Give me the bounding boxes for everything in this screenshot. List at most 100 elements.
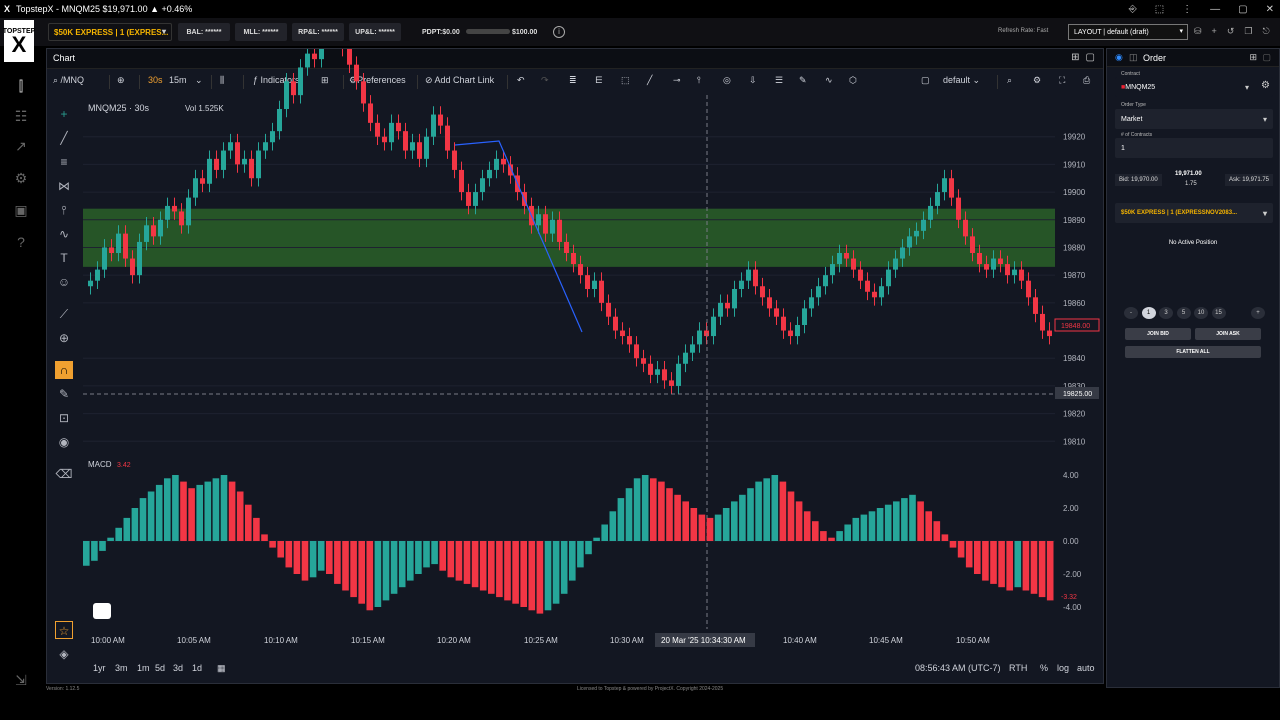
- macd-histogram-bar: [479, 541, 487, 591]
- macd-histogram-bar: [431, 541, 438, 565]
- auto-toggle[interactable]: auto: [1077, 663, 1095, 673]
- copy-icon[interactable]: ❐: [1244, 26, 1252, 37]
- macd-histogram-bar: [731, 501, 738, 541]
- contracts-input[interactable]: 1: [1115, 138, 1273, 158]
- trend-icon[interactable]: ↗: [11, 136, 31, 156]
- candle-body: [172, 205, 177, 212]
- window-icon: ◫: [1129, 52, 1138, 62]
- order-type-select[interactable]: Market ▾: [1115, 109, 1273, 129]
- candle-body: [774, 308, 779, 317]
- macd-histogram-bar: [536, 541, 544, 614]
- help-icon[interactable]: ?: [11, 232, 31, 252]
- candle-body: [956, 197, 961, 220]
- candle-body: [914, 230, 919, 237]
- window-icon[interactable]: ▢: [1262, 52, 1271, 63]
- macd-histogram-bar: [1046, 541, 1054, 601]
- keys-icon[interactable]: ⎆: [1129, 4, 1137, 15]
- candle-body: [669, 380, 674, 386]
- gear-icon[interactable]: ⚙: [1261, 80, 1270, 91]
- quantity-button[interactable]: 10: [1194, 307, 1208, 319]
- save-icon[interactable]: ⛁: [1194, 26, 1202, 37]
- account-stat[interactable]: BAL: ******: [178, 23, 230, 41]
- window-titlebar: X TopstepX - MNQM25 $19,971.00 ▲ +0.46% …: [0, 0, 1280, 18]
- chart-candles-icon[interactable]: ⫿: [11, 76, 31, 96]
- candle-body: [186, 197, 191, 226]
- log-toggle[interactable]: log: [1057, 663, 1069, 673]
- order-account-value: $50K EXPRESS | 1 (EXPRESSNOV2083...: [1121, 210, 1238, 216]
- join-ask-button[interactable]: JOIN ASK: [1195, 328, 1261, 340]
- users-icon[interactable]: ☷: [11, 106, 31, 126]
- quantity-button[interactable]: 15: [1211, 307, 1226, 319]
- info-icon[interactable]: i: [553, 26, 565, 38]
- range-3d[interactable]: 3d: [173, 663, 183, 673]
- more-icon[interactable]: ⋮: [1182, 4, 1192, 15]
- refresh-rate: Refresh Rate: Fast: [998, 28, 1049, 34]
- macd-histogram-bar: [560, 541, 568, 594]
- macd-histogram-bar: [423, 541, 430, 568]
- macd-histogram-bar: [366, 541, 374, 611]
- macd-histogram-bar: [706, 517, 714, 541]
- quantity-button[interactable]: 3: [1159, 307, 1173, 319]
- candle-body: [396, 122, 401, 132]
- candle-body: [620, 330, 625, 337]
- macd-histogram-bar: [172, 475, 179, 541]
- candle-body: [550, 219, 555, 234]
- candle-body: [571, 253, 576, 265]
- reset-icon[interactable]: ↺: [1227, 26, 1235, 37]
- macd-histogram-bar: [131, 508, 139, 541]
- price-chart[interactable]: 19920 19910 19900 19890 19880 19870 19860 19840…: [47, 49, 1103, 683]
- flatten-all-button[interactable]: FLATTEN ALL: [1125, 346, 1261, 358]
- account-select[interactable]: $50K EXPRESS | 1 (EXPRES... ▾: [48, 23, 172, 41]
- macd-histogram-bar: [301, 541, 309, 581]
- candle-body: [228, 142, 233, 151]
- percent-toggle[interactable]: %: [1040, 663, 1048, 673]
- layout-select[interactable]: LAYOUT | default (draft) ▾: [1068, 24, 1188, 40]
- range-3m[interactable]: 3m: [115, 663, 128, 673]
- candle-body: [928, 205, 933, 220]
- order-account-select[interactable]: $50K EXPRESS | 1 (EXPRESSNOV2083... ▾: [1115, 203, 1273, 223]
- maximize-icon[interactable]: ▢: [1238, 4, 1247, 15]
- macd-histogram-bar: [771, 475, 779, 541]
- join-bid-button[interactable]: JOIN BID: [1125, 328, 1191, 340]
- tradingview-icon[interactable]: ▣: [11, 200, 31, 220]
- candle-body: [977, 253, 982, 265]
- range-1m[interactable]: 1m: [137, 663, 150, 673]
- extension-icon[interactable]: ⬚: [1155, 4, 1164, 15]
- candle-body: [921, 219, 926, 231]
- range-1d[interactable]: 1d: [192, 663, 202, 673]
- layout-actions: ⛁ + ↺ ❐ ⎋: [1194, 26, 1270, 37]
- account-stat[interactable]: UP&L: ******: [349, 23, 401, 41]
- candle-body: [137, 241, 142, 276]
- close-icon[interactable]: ✕: [1266, 4, 1274, 15]
- range-1yr[interactable]: 1yr: [93, 663, 106, 673]
- y-tick-label: 19860: [1063, 299, 1086, 308]
- range-5d[interactable]: 5d: [155, 663, 165, 673]
- quantity-button[interactable]: 5: [1176, 307, 1191, 319]
- account-stat[interactable]: MLL: ******: [235, 23, 287, 41]
- macd-histogram-bar: [714, 514, 722, 541]
- contract-select[interactable]: ■ MNQM25 ▾: [1115, 77, 1273, 97]
- macd-histogram-bar: [374, 541, 382, 607]
- candle-body: [781, 316, 786, 331]
- minimize-icon[interactable]: —: [1210, 4, 1220, 15]
- macd-histogram-bar: [180, 481, 187, 541]
- exit-icon[interactable]: ⎋: [1262, 26, 1269, 37]
- pdpt-progress-bar: [466, 29, 510, 34]
- quantity-button[interactable]: 1: [1141, 307, 1156, 319]
- candle-body: [1040, 313, 1045, 331]
- quantity-button[interactable]: -: [1124, 307, 1138, 319]
- gear-icon[interactable]: ⚙: [11, 168, 31, 188]
- candle-body: [886, 269, 891, 287]
- add-icon[interactable]: +: [1212, 26, 1217, 37]
- account-stat[interactable]: RP&L: ******: [292, 23, 344, 41]
- quantity-button[interactable]: +: [1251, 307, 1265, 319]
- macd-histogram-bar: [220, 475, 228, 541]
- x-tick-label: 10:45 AM: [869, 636, 903, 645]
- session-toggle[interactable]: RTH: [1009, 663, 1027, 673]
- macd-histogram-bar: [844, 524, 851, 541]
- candle-body: [865, 280, 870, 292]
- candle-body: [501, 158, 506, 165]
- candle-body: [879, 286, 884, 298]
- add-panel-icon[interactable]: ⊞: [1249, 52, 1257, 63]
- calendar-icon[interactable]: ▦: [217, 663, 226, 674]
